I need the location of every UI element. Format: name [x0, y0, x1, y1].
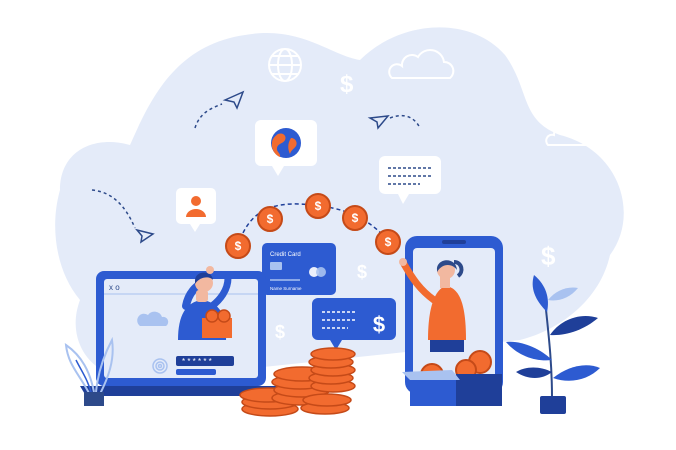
- coin: $: [375, 229, 401, 255]
- credit-card-title: Credit Card: [270, 252, 301, 258]
- coin: $: [225, 233, 251, 259]
- credit-card-name: Name Surname: [270, 286, 302, 291]
- cloud-icon: [57, 78, 112, 104]
- dollar-icon: $: [340, 71, 354, 98]
- online-payment-illustration: $ $ $ $ $ $ $ $ $ Credit Card Name Surna…: [55, 27, 624, 417]
- password-mask: * * * * * *: [182, 357, 212, 366]
- credit-card: Credit Card Name Surname: [262, 243, 336, 295]
- card-chip: [270, 262, 282, 270]
- svg-text:$: $: [235, 239, 242, 253]
- coin: $: [257, 206, 283, 232]
- svg-text:$: $: [352, 211, 359, 225]
- dollar-icon: $: [541, 241, 556, 271]
- coin: $: [305, 193, 331, 219]
- dollar-icon: $: [275, 322, 285, 342]
- svg-text:$: $: [385, 235, 392, 249]
- dollar-icon: $: [357, 262, 367, 282]
- window-controls: x o: [109, 283, 120, 292]
- svg-text:$: $: [267, 212, 274, 226]
- svg-text:$: $: [315, 199, 322, 213]
- dollar-icon: $: [373, 312, 385, 337]
- coin: $: [342, 205, 368, 231]
